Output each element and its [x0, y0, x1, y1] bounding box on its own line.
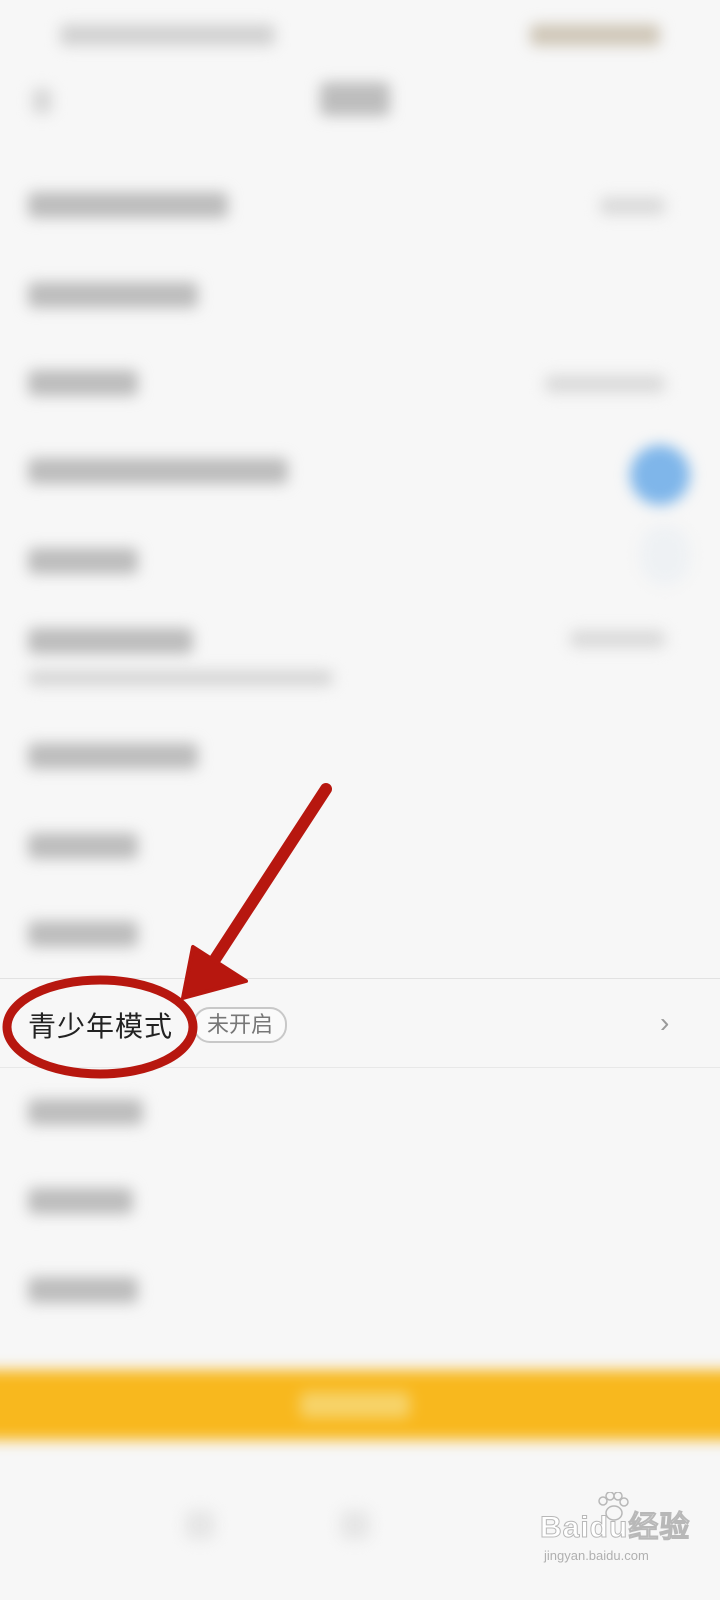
youth-mode-row[interactable]: 青少年模式 未开启 › [0, 978, 720, 1068]
settings-row-10[interactable] [28, 1099, 143, 1125]
settings-row-7[interactable] [28, 743, 198, 769]
youth-mode-label: 青少年模式 [28, 1011, 174, 1042]
tab-icon-1[interactable] [185, 1510, 215, 1540]
settings-row-6-value [570, 630, 665, 648]
chevron-right-icon[interactable]: › [660, 1008, 669, 1038]
settings-row-9[interactable] [28, 921, 138, 947]
tab-icon-2[interactable] [340, 1510, 370, 1540]
status-badge: 未开启 [193, 1007, 288, 1043]
watermark: Baidu经验 jingyan.baidu.com [539, 1492, 700, 1572]
status-bar-right [530, 24, 660, 46]
blurred-background [0, 0, 720, 1600]
watermark-logo: Baidu经验 [539, 1511, 691, 1545]
settings-row-3[interactable] [28, 370, 138, 396]
settings-row-5[interactable] [28, 548, 138, 574]
toggle-off[interactable] [640, 525, 690, 585]
settings-row-1-value [600, 197, 665, 215]
watermark-url: jingyan.baidu.com [544, 1548, 649, 1563]
settings-row-12[interactable] [28, 1277, 138, 1303]
settings-row-8[interactable] [28, 833, 138, 859]
primary-action-label [300, 1392, 410, 1418]
settings-row-4[interactable] [28, 458, 288, 484]
page-title [320, 82, 390, 116]
toggle-on[interactable] [630, 445, 690, 505]
back-icon[interactable] [32, 88, 52, 114]
settings-row-2[interactable] [28, 282, 198, 308]
settings-row-1[interactable] [28, 192, 228, 218]
settings-row-11[interactable] [28, 1188, 133, 1214]
status-bar-left [60, 24, 275, 46]
settings-row-6-subtitle [28, 670, 333, 686]
settings-row-3-value [545, 375, 665, 393]
settings-row-6[interactable] [28, 628, 193, 654]
settings-screen: 青少年模式 未开启 › Baidu经验 jingyan.baidu.com [0, 0, 720, 1600]
